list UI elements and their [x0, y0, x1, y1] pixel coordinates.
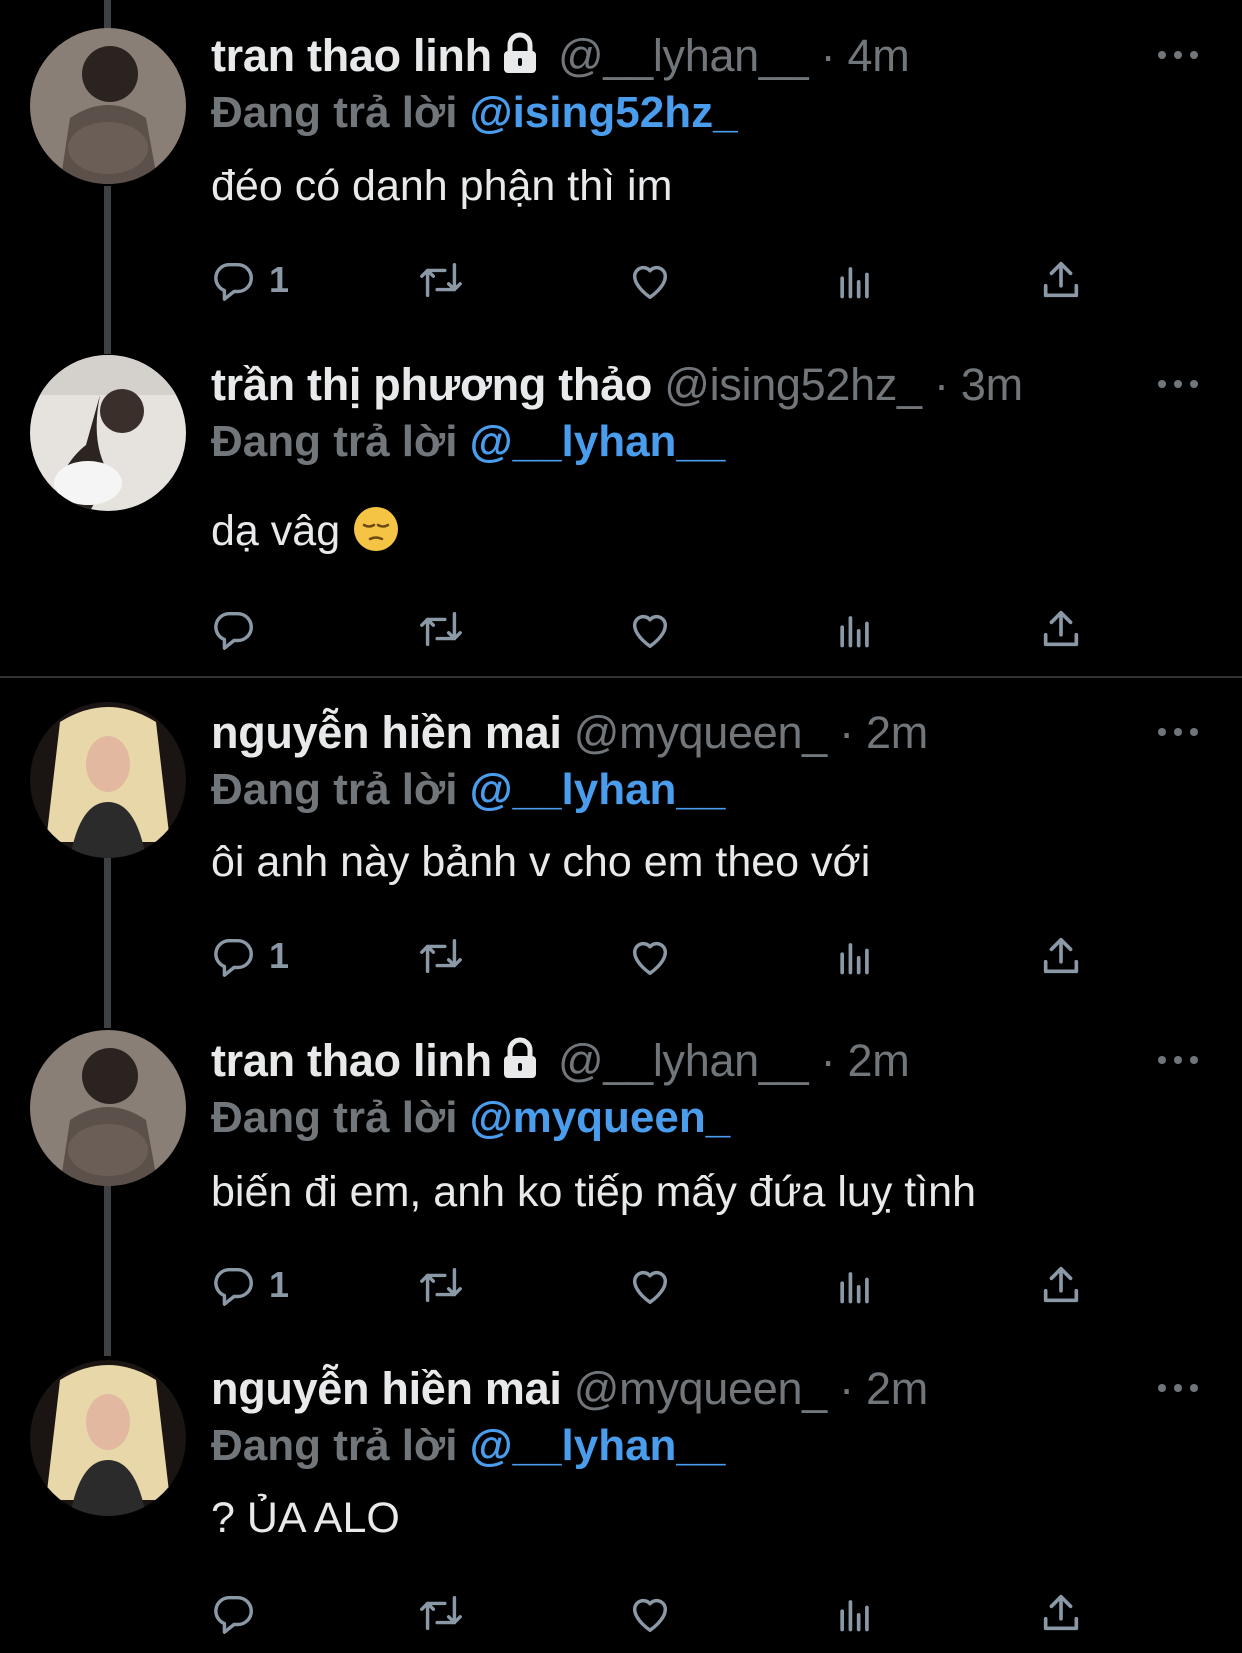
replying-to: Đang trả lời @__lyhan__	[211, 1421, 725, 1471]
username-handle[interactable]: @myqueen_	[574, 1363, 827, 1414]
timestamp[interactable]: 2m	[866, 1363, 928, 1414]
more-options-icon[interactable]	[1158, 1381, 1198, 1395]
reply-button[interactable]	[211, 1588, 269, 1638]
analytics-icon	[840, 1600, 869, 1632]
tweet-header: nguyễn hiền mai @myqueen_ · 2m	[211, 1363, 928, 1415]
tweet-actions	[211, 1588, 1091, 1638]
tweet-text: ? ỦA ALO	[211, 1494, 400, 1542]
replying-label: Đang trả lời	[211, 1421, 458, 1470]
separator-dot: ·	[839, 1363, 854, 1414]
reply-icon	[214, 1595, 253, 1634]
like-button[interactable]	[626, 1588, 674, 1638]
share-icon	[1043, 1594, 1079, 1631]
heart-icon	[632, 1598, 668, 1632]
tweet[interactable]: nguyễn hiền mai @myqueen_ · 2m Đang trả …	[0, 0, 1242, 1653]
share-button[interactable]	[1038, 1588, 1084, 1638]
display-name[interactable]: nguyễn hiền mai	[211, 1363, 562, 1414]
reply-mention-link[interactable]: @__lyhan__	[470, 1421, 726, 1470]
views-button[interactable]	[833, 1588, 877, 1638]
avatar[interactable]	[30, 1360, 186, 1516]
retweet-icon	[420, 1595, 462, 1631]
retweet-button[interactable]	[416, 1588, 466, 1638]
